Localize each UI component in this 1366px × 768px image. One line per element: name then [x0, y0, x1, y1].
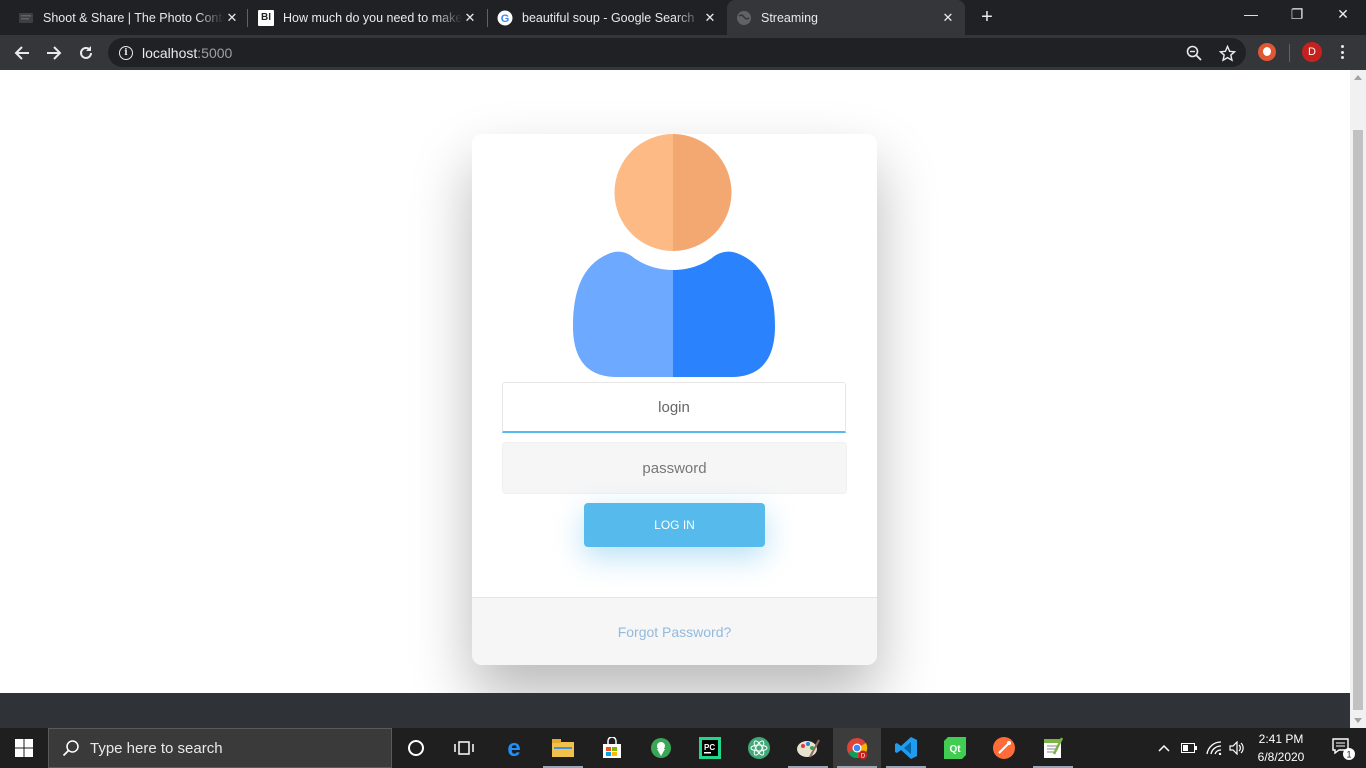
zoom-icon[interactable] [1185, 44, 1203, 62]
action-center-icon[interactable]: 1 [1320, 728, 1366, 768]
windows-logo-icon [15, 739, 33, 757]
wifi-icon[interactable] [1203, 728, 1225, 768]
bookmark-star-icon[interactable] [1218, 44, 1236, 62]
atom-icon[interactable] [735, 728, 783, 768]
tab-title: Shoot & Share | The Photo Contest [43, 10, 224, 25]
postman-icon[interactable] [980, 728, 1028, 768]
duckduckgo-extension-icon[interactable] [1258, 43, 1276, 61]
scroll-down-icon[interactable] [1354, 718, 1362, 723]
windows-taskbar: Type here to search e PC D Qt 2:41 PM 6/… [0, 728, 1366, 768]
paint-icon[interactable] [784, 728, 832, 768]
avatar-head-right [673, 134, 732, 251]
business-insider-favicon-icon: BI [258, 9, 274, 26]
tab-separator [247, 9, 248, 27]
chrome-icon[interactable]: D [833, 728, 881, 768]
file-explorer-icon[interactable] [539, 728, 587, 768]
start-button[interactable] [0, 728, 48, 768]
url-port: :5000 [197, 44, 233, 61]
url-text: localhost:5000 [142, 45, 232, 61]
site-info-icon[interactable]: i [119, 45, 133, 60]
forgot-password-link[interactable]: Forgot Password? [618, 624, 732, 640]
taskbar-clock[interactable]: 2:41 PM 6/8/2020 [1250, 730, 1312, 766]
photo-contest-favicon-icon [18, 10, 34, 26]
page-viewport: login password LOG IN Forgot Password? [0, 70, 1350, 693]
tab-separator [487, 9, 488, 27]
store-icon[interactable] [588, 728, 636, 768]
arrow-left-icon [14, 46, 29, 60]
page-scrollbar[interactable] [1350, 70, 1366, 728]
forward-button[interactable] [41, 40, 67, 66]
tab-close-icon[interactable]: ✕ [224, 10, 240, 26]
card-footer: Forgot Password? [472, 597, 877, 665]
svg-text:e: e [507, 737, 520, 759]
toolbar-separator [1289, 44, 1290, 62]
reload-button[interactable] [73, 40, 99, 66]
search-placeholder: Type here to search [90, 739, 223, 757]
user-avatar-icon [573, 134, 775, 377]
address-bar[interactable]: i localhost:5000 [108, 38, 1246, 67]
avatar-body-left [573, 251, 673, 377]
google-favicon-icon: G [497, 10, 513, 26]
svg-text:D: D [861, 754, 866, 760]
tab-close-icon[interactable]: ✕ [940, 10, 956, 26]
edge-icon[interactable]: e [490, 728, 538, 768]
vscode-icon[interactable] [882, 728, 930, 768]
volume-icon[interactable] [1227, 728, 1247, 768]
back-button[interactable] [9, 40, 35, 66]
taskbar-search[interactable]: Type here to search [48, 728, 392, 768]
clock-date: 6/8/2020 [1257, 750, 1305, 764]
svg-text:G: G [501, 13, 510, 25]
tab-shoot-and-share[interactable]: Shoot & Share | The Photo Contest ✕ [18, 0, 240, 35]
notification-count: 1 [1346, 750, 1351, 760]
tab-title: How much do you need to make to [283, 10, 462, 25]
maximize-button[interactable]: ❐ [1274, 0, 1320, 30]
maps-icon[interactable] [637, 728, 685, 768]
login-card: login password LOG IN Forgot Password? [472, 134, 877, 665]
url-host: localhost [142, 44, 198, 61]
tab-business-insider[interactable]: BI How much do you need to make to ✕ [258, 0, 478, 35]
globe-favicon-icon [736, 10, 752, 26]
reload-icon [80, 46, 92, 59]
tab-title: beautiful soup - Google Search [522, 10, 695, 25]
pycharm-icon[interactable]: PC [686, 728, 734, 768]
close-window-button[interactable]: ✕ [1320, 0, 1366, 30]
tab-title: Streaming [761, 10, 818, 25]
scroll-up-icon[interactable] [1354, 75, 1362, 80]
clock-time: 2:41 PM [1258, 732, 1304, 746]
arrow-right-icon [47, 46, 62, 60]
search-icon [62, 740, 79, 757]
battery-icon[interactable] [1179, 728, 1199, 768]
profile-avatar[interactable]: D [1302, 42, 1322, 62]
avatar-head-left [614, 134, 673, 251]
login-button[interactable]: LOG IN [584, 503, 765, 547]
password-input[interactable]: password [502, 442, 847, 494]
login-input[interactable]: login [502, 382, 846, 433]
notepad-plus-plus-icon[interactable] [1029, 728, 1077, 768]
cortana-icon[interactable] [392, 728, 440, 768]
tab-google-search[interactable]: G beautiful soup - Google Search ✕ [497, 0, 718, 35]
svg-text:Qt: Qt [949, 744, 961, 755]
scrollbar-thumb[interactable] [1353, 130, 1363, 710]
browser-tab-strip: Shoot & Share | The Photo Contest ✕ BI H… [0, 0, 1366, 35]
new-tab-button[interactable]: + [977, 6, 997, 28]
svg-text:PC: PC [704, 743, 715, 752]
browser-toolbar: i localhost:5000 [0, 35, 1366, 70]
show-hidden-icons-icon[interactable] [1155, 728, 1173, 768]
minimize-button[interactable]: — [1228, 0, 1274, 30]
qt-icon[interactable]: Qt [931, 728, 979, 768]
avatar-body-right [673, 251, 775, 377]
tab-close-icon[interactable]: ✕ [702, 10, 718, 26]
browser-menu-icon[interactable] [1336, 43, 1348, 61]
page-bottom-bar [0, 693, 1350, 728]
tab-streaming[interactable]: Streaming ✕ [727, 0, 965, 35]
task-view-icon[interactable] [440, 728, 488, 768]
tab-close-icon[interactable]: ✕ [462, 10, 478, 26]
